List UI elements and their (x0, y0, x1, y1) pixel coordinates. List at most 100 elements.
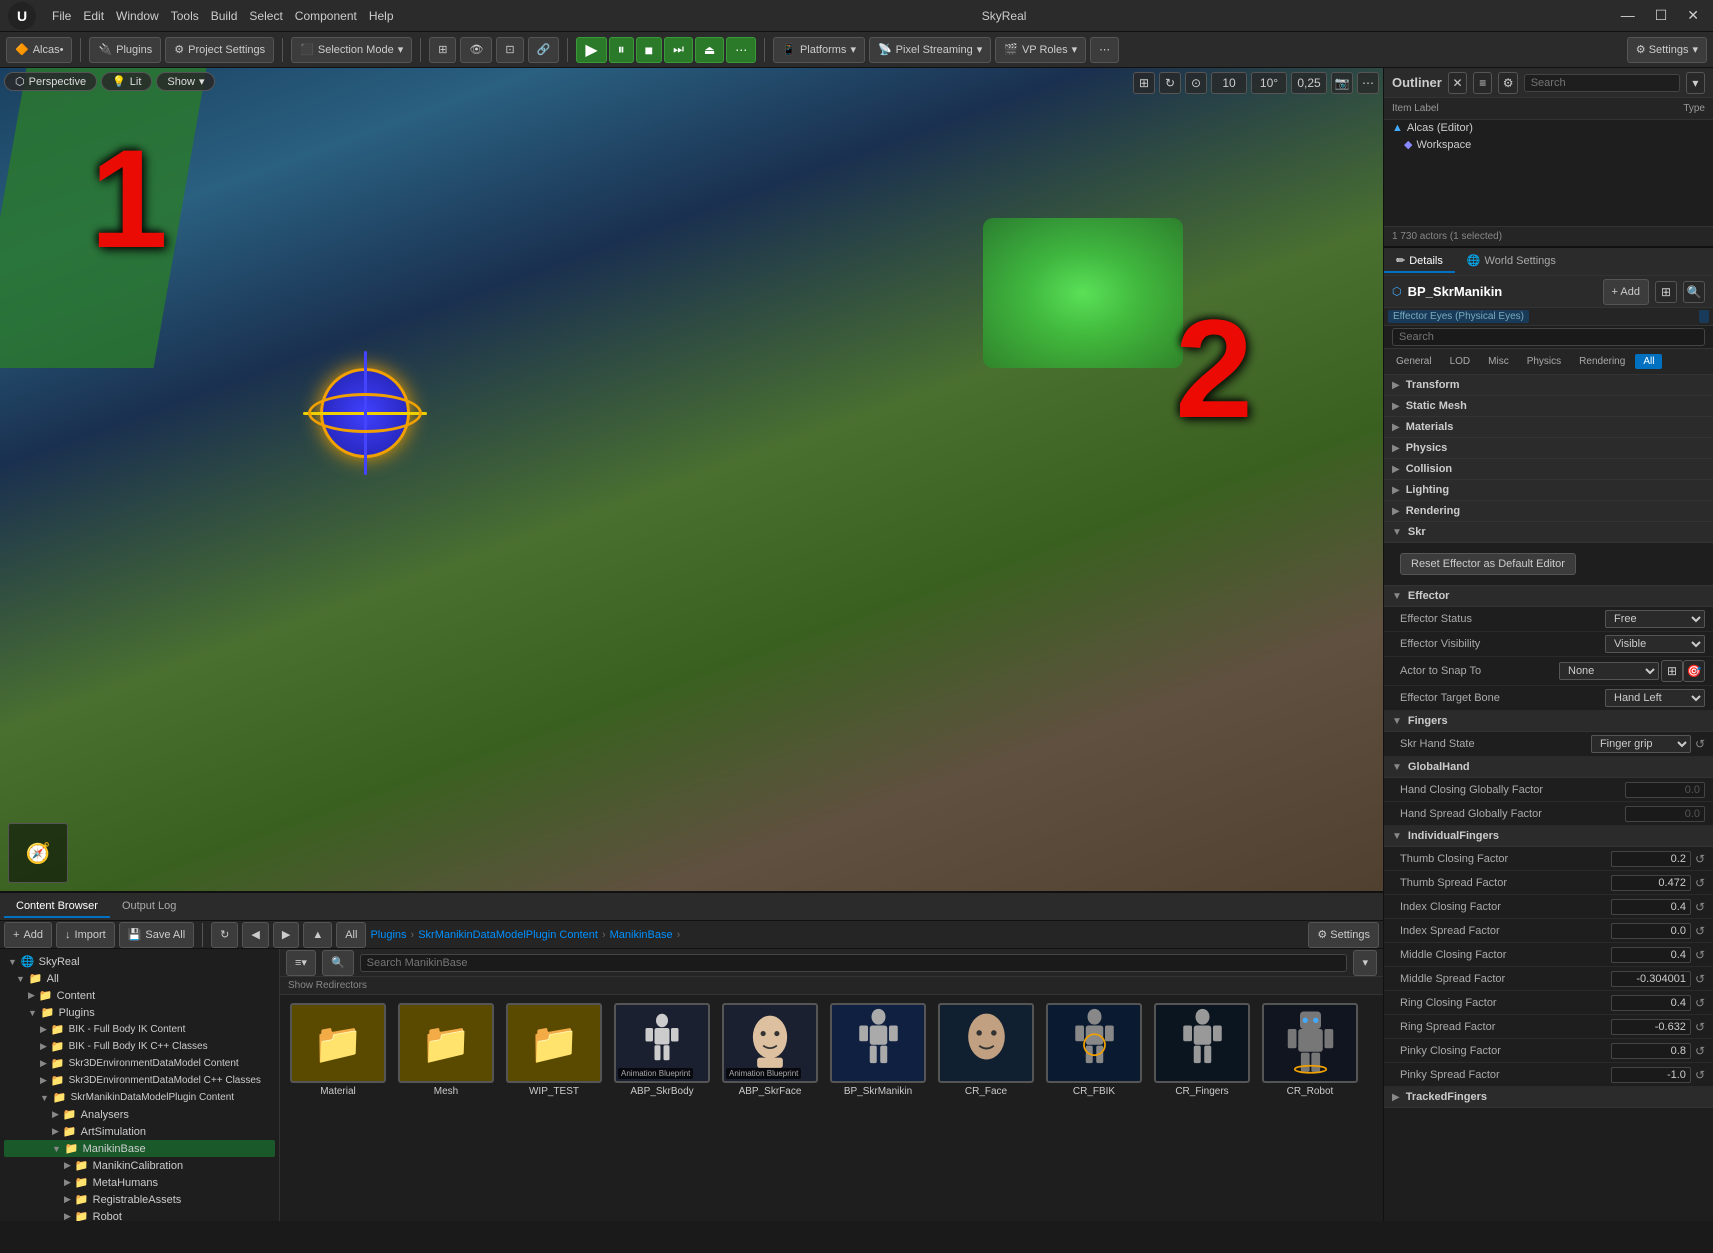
outliner-search-opts-btn[interactable]: ▾ (1686, 72, 1705, 94)
cb-up-button[interactable]: ▲ (303, 922, 332, 948)
close-button[interactable]: ✕ (1681, 7, 1705, 24)
section-effector[interactable]: ▼ Effector (1384, 586, 1713, 607)
tree-bik-content[interactable]: ▶ 📁 BIK - Full Body IK Content (4, 1021, 275, 1038)
reset-pinky-closing-btn[interactable]: ↺ (1695, 1044, 1705, 1058)
filter-general[interactable]: General (1388, 354, 1440, 369)
pinky-spread-input[interactable] (1611, 1067, 1691, 1083)
vp-icon-btn-3[interactable]: ⊙ (1185, 72, 1207, 94)
outliner-settings-btn[interactable]: ⚙ (1498, 72, 1517, 94)
outliner-search-input[interactable] (1524, 74, 1680, 92)
perspective-button[interactable]: ⬡ Perspective (4, 72, 97, 91)
details-search-btn[interactable]: 🔍 (1683, 281, 1705, 303)
breadcrumb-plugins[interactable]: Plugins (370, 929, 406, 941)
skip-button[interactable]: ⏭ (664, 37, 693, 63)
cb-search-options-btn[interactable]: ▾ (1353, 950, 1377, 976)
target-bone-select[interactable]: Hand Left (1605, 689, 1705, 707)
asset-abp-skrbody[interactable]: Animation Blueprint ABP_SkrBody (612, 1003, 712, 1213)
section-transform[interactable]: ▶ Transform (1384, 375, 1713, 396)
reset-pinky-spread-btn[interactable]: ↺ (1695, 1068, 1705, 1082)
asset-cr-fingers[interactable]: CR_Fingers (1152, 1003, 1252, 1213)
cb-back-button[interactable]: ◀ (242, 922, 268, 948)
actor-snap-browse-btn[interactable]: ⊞ (1661, 660, 1683, 682)
cb-sync-button[interactable]: ↻ (211, 922, 238, 948)
menu-window[interactable]: Window (116, 9, 159, 23)
project-settings-button[interactable]: ⚙ Project Settings (165, 37, 274, 63)
tab-output-log[interactable]: Output Log (110, 896, 188, 918)
play-button[interactable]: ▶ (576, 37, 606, 63)
section-lighting[interactable]: ▶ Lighting (1384, 480, 1713, 501)
tree-skrmanikin-content[interactable]: ▼ 📁 SkrManikinDataModelPlugin Content (4, 1089, 275, 1106)
tree-skyreal[interactable]: ▼ 🌐 SkyReal (4, 953, 275, 970)
filter-lod[interactable]: LOD (1442, 354, 1479, 369)
minimize-button[interactable]: — (1615, 7, 1641, 24)
menu-component[interactable]: Component (295, 9, 357, 23)
tree-manikinbase[interactable]: ▼ 📁 ManikinBase (4, 1140, 275, 1157)
tree-metahumans[interactable]: ▶ 📁 MetaHumans (4, 1174, 275, 1191)
cb-settings-button[interactable]: ⚙ Settings (1308, 922, 1379, 948)
reset-thumb-spread-btn[interactable]: ↺ (1695, 876, 1705, 890)
tab-world-settings[interactable]: 🌐 World Settings (1455, 250, 1568, 273)
layout-button[interactable]: ⊞ (429, 37, 456, 63)
lit-button[interactable]: 💡 Lit (101, 72, 152, 91)
cb-search-btn[interactable]: 🔍 (322, 950, 354, 976)
maximize-button[interactable]: ☐ (1649, 7, 1674, 24)
tab-details[interactable]: ✏ Details (1384, 250, 1455, 273)
outliner-filter-btn[interactable]: ≡ (1473, 72, 1492, 94)
pinky-closing-input[interactable] (1611, 1043, 1691, 1059)
asset-mesh[interactable]: 📁 Mesh (396, 1003, 496, 1213)
extras-button[interactable]: ⋯ (1090, 37, 1119, 63)
more-play-button[interactable]: ⋯ (726, 37, 756, 63)
filter-misc[interactable]: Misc (1480, 354, 1517, 369)
details-layout-btn[interactable]: ⊞ (1655, 281, 1677, 303)
reset-ring-closing-btn[interactable]: ↺ (1695, 996, 1705, 1010)
ring-closing-input[interactable] (1611, 995, 1691, 1011)
asset-abp-skrface[interactable]: Animation Blueprint ABP_SkrFace (720, 1003, 820, 1213)
asset-cr-robot[interactable]: CR_Robot (1260, 1003, 1360, 1213)
stop-button[interactable]: ■ (636, 37, 662, 63)
cb-search-input[interactable] (360, 954, 1348, 972)
filter-physics[interactable]: Physics (1519, 354, 1569, 369)
section-trackedfingers[interactable]: ▶ TrackedFingers (1384, 1087, 1713, 1108)
view-button[interactable]: 👁 (460, 37, 492, 63)
menu-file[interactable]: File (52, 9, 71, 23)
tree-registrable[interactable]: ▶ 📁 RegistrableAssets (4, 1191, 275, 1208)
asset-cr-fbik[interactable]: CR_FBIK (1044, 1003, 1144, 1213)
cb-forward-button[interactable]: ▶ (273, 922, 299, 948)
section-globalhand[interactable]: ▼ GlobalHand (1384, 757, 1713, 778)
asset-bp-skrmanikin[interactable]: BP_SkrManikin (828, 1003, 928, 1213)
filter-rendering[interactable]: Rendering (1571, 354, 1633, 369)
cb-import-button[interactable]: ↓ Import (56, 922, 115, 948)
vp-roles-button[interactable]: 🎬 VP Roles ▾ (995, 37, 1086, 63)
tree-artsimulation[interactable]: ▶ 📁 ArtSimulation (4, 1123, 275, 1140)
cb-all-button[interactable]: All (336, 922, 366, 948)
middle-spread-input[interactable] (1611, 971, 1691, 987)
breadcrumb-plugin-content[interactable]: SkrManikinDataModelPlugin Content (418, 929, 598, 941)
thumb-closing-input[interactable] (1611, 851, 1691, 867)
menu-tools[interactable]: Tools (171, 9, 199, 23)
section-collision[interactable]: ▶ Collision (1384, 459, 1713, 480)
tree-plugins[interactable]: ▼ 📁 Plugins (4, 1004, 275, 1021)
tree-robot[interactable]: ▶ 📁 Robot (4, 1208, 275, 1221)
menu-help[interactable]: Help (369, 9, 394, 23)
effector-status-select[interactable]: Free (1605, 610, 1705, 628)
index-spread-input[interactable] (1611, 923, 1691, 939)
grid-button[interactable]: ⊡ (496, 37, 523, 63)
tree-manikincalibration[interactable]: ▶ 📁 ManikinCalibration (4, 1157, 275, 1174)
add-component-button[interactable]: + Add (1603, 279, 1649, 305)
section-individualfingers[interactable]: ▼ IndividualFingers (1384, 826, 1713, 847)
platforms-button[interactable]: 📱 Platforms ▾ (773, 37, 865, 63)
thumb-spread-input[interactable] (1611, 875, 1691, 891)
index-closing-input[interactable] (1611, 899, 1691, 915)
reset-effector-button[interactable]: Reset Effector as Default Editor (1400, 553, 1576, 575)
actor-snap-select[interactable]: None (1559, 662, 1659, 680)
section-skr[interactable]: ▼ Skr (1384, 522, 1713, 543)
tree-skr3d-cpp[interactable]: ▶ 📁 Skr3DEnvironmentDataModel C++ Classe… (4, 1072, 275, 1089)
cb-add-button[interactable]: + Add (4, 922, 52, 948)
tree-skr3d-content[interactable]: ▶ 📁 Skr3DEnvironmentDataModel Content (4, 1055, 275, 1072)
filter-all[interactable]: All (1635, 354, 1662, 369)
details-search-input[interactable] (1392, 328, 1705, 346)
reset-middle-spread-btn[interactable]: ↺ (1695, 972, 1705, 986)
eject-button[interactable]: ⏏ (695, 37, 724, 63)
tree-analysers[interactable]: ▶ 📁 Analysers (4, 1106, 275, 1123)
cb-filter-btn[interactable]: ≡▾ (286, 950, 316, 976)
